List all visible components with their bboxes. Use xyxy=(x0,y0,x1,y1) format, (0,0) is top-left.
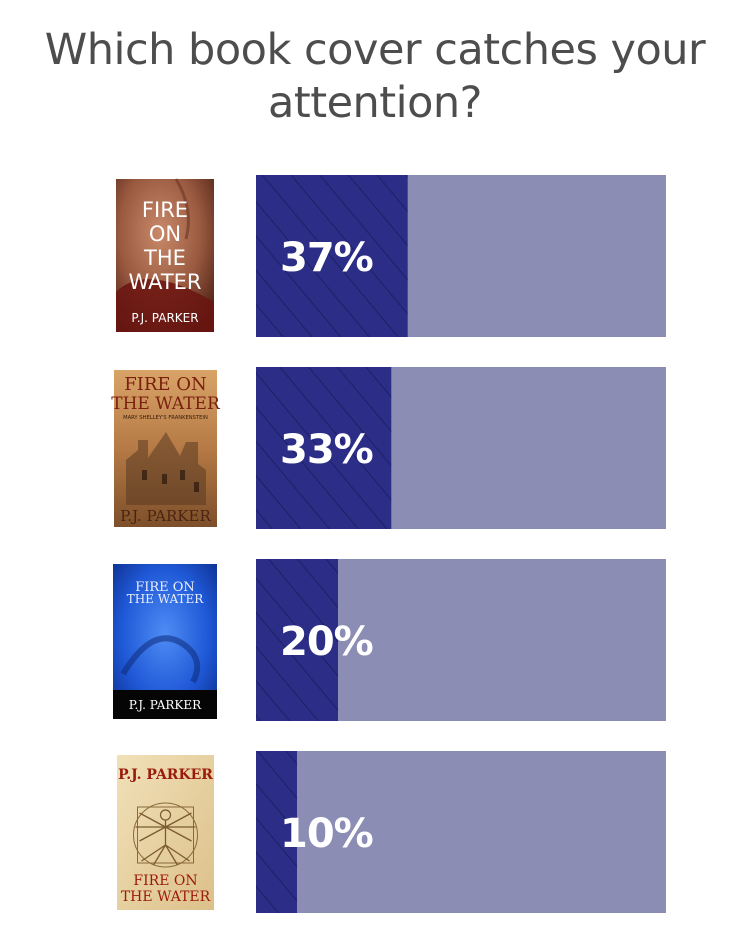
cover-title: FIRE ON xyxy=(133,873,197,889)
cover-title: THE xyxy=(143,246,186,270)
cover-title: THE WATER xyxy=(127,592,205,606)
bar-row: 37% xyxy=(256,175,666,337)
book-cover-image: FIRE ONTHE WATERMARY SHELLEY'S FRANKENST… xyxy=(111,370,221,527)
cover-title: THE WATER xyxy=(111,394,221,414)
cover-title: THE WATER xyxy=(121,889,211,905)
book-cover-image: FIRE ONTHE WATERP.J. PARKER xyxy=(113,564,217,719)
bar-row: 10% xyxy=(256,751,666,913)
cover-subtitle: MARY SHELLEY'S FRANKENSTEIN xyxy=(123,415,208,421)
book-covers: FIREONTHEWATERP.J. PARKERFIRE ONTHE WATE… xyxy=(111,178,221,910)
bars: 37% 33% 20% 10% xyxy=(256,175,666,913)
book-cover-image: FIREONTHEWATER P.J. PARKER xyxy=(116,178,214,332)
bar-data-label: 20% xyxy=(280,619,373,665)
bar-data-label: 10% xyxy=(280,811,373,857)
bar-data-label: 37% xyxy=(280,235,373,281)
cover-title: FIRE ON xyxy=(124,374,207,395)
cover-title: ON xyxy=(149,222,181,246)
bar-row: 33% xyxy=(256,367,666,529)
poll-results: Which book cover catches your attention? xyxy=(0,0,750,948)
bar-chart: FIREONTHEWATERP.J. PARKERFIRE ONTHE WATE… xyxy=(111,175,666,913)
cover-author: P.J. PARKER xyxy=(118,767,213,783)
cover-author: P.J. PARKER xyxy=(129,698,202,712)
book-cover-image: P.J. PARKER FIRE ONTHE WATER xyxy=(117,755,214,910)
cover-title: WATER xyxy=(128,270,201,294)
bar-data-label: 33% xyxy=(280,427,373,473)
cover-author: P.J. PARKER xyxy=(120,507,211,525)
cover-title: FIRE xyxy=(142,198,188,222)
bar-row: 20% xyxy=(256,559,666,721)
cover-author: P.J. PARKER xyxy=(131,311,198,325)
